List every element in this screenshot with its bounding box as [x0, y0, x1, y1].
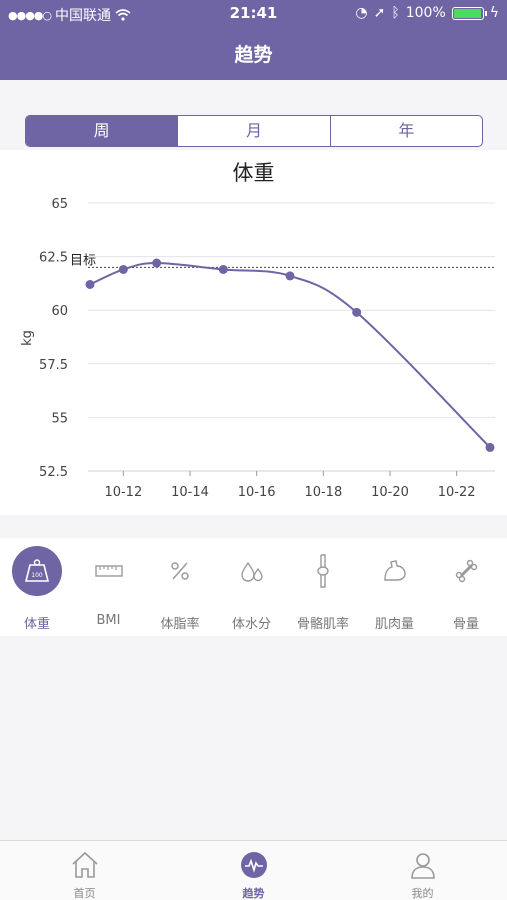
y-tick-label: 55 [51, 411, 68, 426]
y-tick-label: 62.5 [39, 251, 68, 266]
metric-label: 骨量 [452, 617, 479, 632]
metric-item[interactable]: 体脂率 [144, 538, 216, 636]
segment-year[interactable]: 年 [331, 116, 482, 146]
metric-label: 骨骼肌率 [296, 617, 349, 632]
metric-selector: 100 体重 BMI 体脂率 体水分 骨骼肌率 肌肉量 骨量 [0, 538, 507, 636]
home-icon [70, 850, 100, 880]
weight-chart: 65 62.5 60 57.5 55 52.5 10-12 10-14 10-16 10-18 10… [20, 197, 495, 500]
percent-icon [155, 546, 205, 596]
bone-joint-icon [298, 546, 348, 596]
segment-week[interactable]: 周 [26, 116, 179, 146]
data-point [218, 264, 228, 274]
x-tick-label: 10-14 [171, 485, 209, 500]
data-point [152, 258, 162, 268]
metric-label: 体重 [23, 617, 50, 632]
x-tick-label: 10-12 [104, 485, 142, 500]
x-tick-label: 10-16 [238, 485, 276, 500]
user-icon [408, 850, 438, 880]
y-axis-label: kg [20, 330, 35, 346]
metric-label: 体脂率 [160, 617, 200, 632]
metric-item[interactable]: 100 体重 [1, 538, 73, 636]
tab-home[interactable]: 首页 [0, 841, 169, 900]
lock-rotation-icon: ◔ [355, 5, 368, 21]
data-point [118, 264, 128, 274]
y-tick-label: 57.5 [39, 358, 68, 373]
metric-item[interactable]: 肌肉量 [359, 538, 431, 636]
charging-icon: ϟ [489, 5, 499, 21]
status-bar: ●●●●○ 中国联通 21:41 ◔ ➚ ᛒ 100% ϟ [0, 0, 507, 26]
series-line [89, 262, 491, 449]
svg-text:100: 100 [31, 572, 43, 579]
bone-icon [441, 546, 491, 596]
tab-label: 我的 [411, 887, 434, 900]
muscle-arm-icon [370, 546, 420, 596]
battery-percent: 100% [405, 5, 446, 21]
data-point [485, 442, 495, 452]
data-point [85, 279, 95, 289]
target-label: 目标 [70, 253, 96, 268]
metric-item[interactable]: BMI [73, 538, 145, 636]
y-tick-label: 52.5 [39, 465, 68, 480]
scale-icon: 100 [12, 546, 62, 596]
chart-title: 体重 [232, 161, 275, 185]
tab-label: 趋势 [242, 887, 265, 900]
x-tick-label: 10-22 [438, 485, 476, 500]
location-icon: ➚ [373, 5, 386, 21]
metric-item[interactable]: 骨骼肌率 [287, 538, 359, 636]
tab-bar: 首页 趋势 我的 [0, 840, 507, 900]
segment-month[interactable]: 月 [178, 116, 331, 146]
chart-card: 65 62.5 60 57.5 55 52.5 10-12 10-14 10-16 10-18 10… [0, 150, 507, 515]
app-header: ●●●●○ 中国联通 21:41 ◔ ➚ ᛒ 100% ϟ 趋势 [0, 0, 507, 80]
metric-label: 体水分 [231, 617, 271, 632]
metric-item[interactable]: 骨量 [430, 538, 502, 636]
y-tick-label: 60 [51, 304, 68, 319]
page-title: 趋势 [234, 44, 273, 66]
data-point [285, 271, 295, 281]
ruler-icon [84, 546, 134, 596]
x-tick-label: 10-18 [304, 485, 342, 500]
metric-item[interactable]: 体水分 [216, 538, 288, 636]
metric-label: 肌肉量 [374, 617, 414, 632]
battery-icon [451, 6, 487, 20]
metric-label: BMI [96, 613, 121, 628]
trend-icon [239, 850, 269, 880]
data-point [352, 307, 362, 317]
x-tick-label: 10-20 [371, 485, 409, 500]
tab-label: 首页 [73, 887, 96, 900]
y-tick-label: 65 [51, 197, 68, 212]
water-drops-icon [227, 546, 277, 596]
tab-trend[interactable]: 趋势 [169, 841, 338, 900]
bluetooth-icon: ᛒ [391, 5, 400, 21]
tab-profile[interactable]: 我的 [338, 841, 507, 900]
period-segmented-control: 周 月 年 [25, 115, 483, 147]
